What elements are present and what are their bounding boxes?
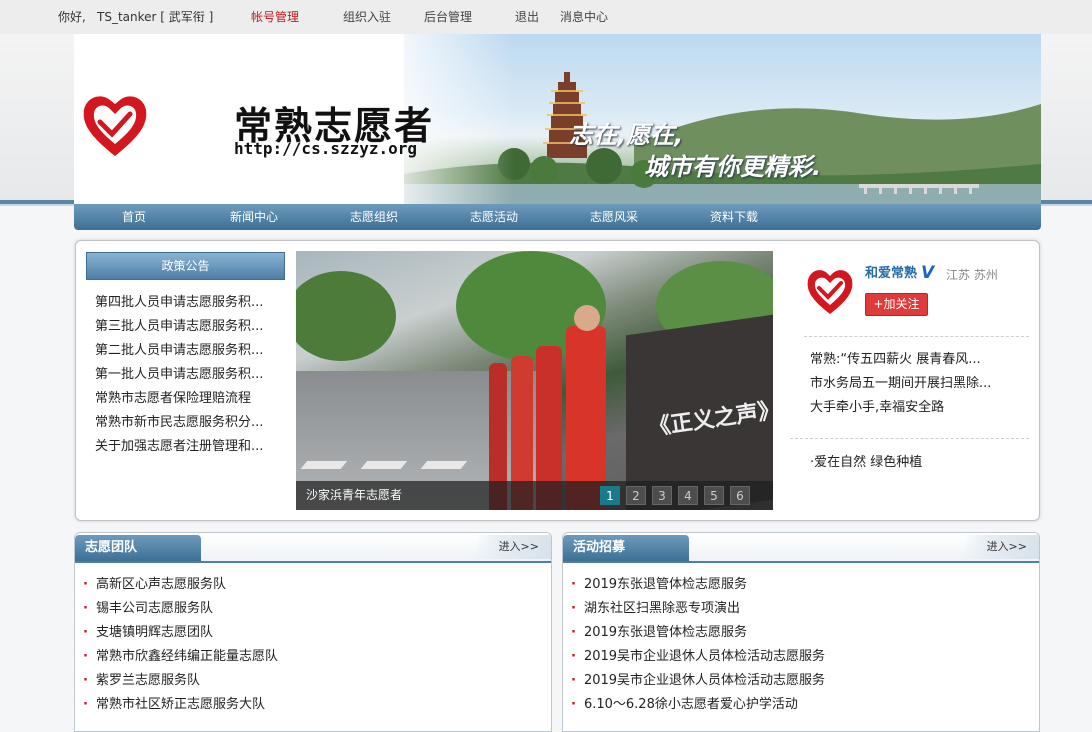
verified-v-icon: V [921, 263, 935, 283]
username-text: TS_tanker [ 武军衔 ] [97, 10, 214, 24]
heart-logo-icon[interactable] [80, 92, 150, 160]
policy-list: 第四批人员申请志愿服务积... 第三批人员申请志愿服务积... 第二批人员申请志… [95, 291, 281, 459]
logout-link[interactable]: 退出 [515, 9, 539, 25]
recruit-box-header: 活动招募 进入>> [563, 533, 1039, 563]
recruit-list: 2019东张退管体检志愿服务 湖东社区扫黑除恶专项演出 2019东张退管体检志愿… [571, 573, 825, 717]
org-join-link[interactable]: 组织入驻 [343, 9, 391, 25]
slide-page-3[interactable]: 3 [652, 486, 672, 505]
weibo-avatar-heart-icon[interactable] [804, 266, 856, 318]
follow-button[interactable]: +加关注 [865, 293, 928, 316]
weibo-divider [790, 438, 1029, 439]
slide-volunteer-face [574, 305, 600, 331]
nav-item-downloads[interactable]: 资料下载 [710, 209, 758, 225]
weibo-post[interactable]: 常熟:“传五四薪火 展青春风... [810, 348, 1015, 372]
news-slideshow-image[interactable]: 《正义之声》 [296, 251, 773, 510]
weibo-account-name[interactable]: 和爱常熟 [865, 266, 917, 282]
recruit-more-link[interactable]: 进入>> [987, 539, 1027, 555]
weibo-divider [804, 336, 1029, 337]
weibo-post-list: 常熟:“传五四薪火 展青春风... 市水务局五一期间开展扫黑除... 大手牵小手… [810, 348, 1015, 420]
teams-more-link[interactable]: 进入>> [499, 539, 539, 555]
recruit-box: 活动招募 进入>> 2019东张退管体检志愿服务 湖东社区扫黑除恶专项演出 20… [562, 532, 1040, 732]
teams-list: 高新区心声志愿服务队 锡丰公司志愿服务队 支塘镇明辉志愿团队 常熟市欣鑫经纬编正… [83, 573, 278, 717]
team-item[interactable]: 锡丰公司志愿服务队 [83, 597, 278, 621]
weibo-post[interactable]: 大手牵小手,幸福安全路 [810, 396, 1015, 420]
header-banner: 常熟志愿者 http://cs.szzyz.org 志在,愿在, 城市有你更精彩… [74, 34, 1041, 204]
policy-item[interactable]: 第四批人员申请志愿服务积... [95, 291, 281, 315]
nav-item-activities[interactable]: 志愿活动 [470, 209, 518, 225]
slide-page-5[interactable]: 5 [704, 486, 724, 505]
slogan-line-2: 城市有你更精彩. [644, 153, 822, 181]
policy-item[interactable]: 常熟市新市民志愿服务积分... [95, 411, 281, 435]
policy-item[interactable]: 第二批人员申请志愿服务积... [95, 339, 281, 363]
admin-link[interactable]: 后台管理 [424, 9, 472, 25]
recruit-title: 活动招募 [573, 540, 626, 555]
greeting-text: 你好, [58, 10, 86, 24]
message-center-link[interactable]: 消息中心 [560, 9, 608, 25]
weibo-location: 江苏 苏州 [946, 268, 998, 282]
policy-header[interactable]: 政策公告 [86, 252, 285, 280]
team-item[interactable]: 常熟市社区矫正志愿服务大队 [83, 693, 278, 717]
policy-item[interactable]: 关于加强志愿者注册管理和... [95, 435, 281, 459]
slide-tree [296, 271, 396, 361]
recruit-item[interactable]: 2019吴市企业退休人员体检活动志愿服务 [571, 645, 825, 669]
nav-item-showcase[interactable]: 志愿风采 [590, 209, 638, 225]
policy-item[interactable]: 第一批人员申请志愿服务积... [95, 363, 281, 387]
teams-tab[interactable]: 志愿团队 [75, 535, 201, 561]
slide-caption[interactable]: 沙家浜青年志愿者 [306, 487, 402, 503]
team-item[interactable]: 常熟市欣鑫经纬编正能量志愿队 [83, 645, 278, 669]
slogan-line-1: 志在,愿在, [569, 121, 684, 149]
recruit-item[interactable]: 2019东张退管体检志愿服务 [571, 621, 825, 645]
recruit-item[interactable]: 湖东社区扫黑除恶专项演出 [571, 597, 825, 621]
recruit-item[interactable]: 6.10～6.28徐小志愿者爱心护学活动 [571, 693, 825, 717]
policy-item[interactable]: 第三批人员申请志愿服务积... [95, 315, 281, 339]
recruit-item[interactable]: 2019东张退管体检志愿服务 [571, 573, 825, 597]
nav-item-news[interactable]: 新闻中心 [230, 209, 278, 225]
main-nav: 首页 新闻中心 志愿组织 志愿活动 志愿风采 资料下载 [74, 204, 1041, 230]
teams-box-header: 志愿团队 进入>> [75, 533, 551, 563]
recruit-tab[interactable]: 活动招募 [563, 535, 689, 561]
team-item[interactable]: 支塘镇明辉志愿团队 [83, 621, 278, 645]
slide-page-6[interactable]: 6 [730, 486, 750, 505]
weibo-post[interactable]: 市水务局五一期间开展扫黑除... [810, 372, 1015, 396]
policy-title: 政策公告 [161, 259, 210, 273]
weibo-topic[interactable]: ·爱在自然 绿色种植 [810, 453, 922, 473]
nav-item-orgs[interactable]: 志愿组织 [350, 209, 398, 225]
recruit-item[interactable]: 2019吴市企业退休人员体检活动志愿服务 [571, 669, 825, 693]
top-bar: 你好, TS_tanker [ 武军衔 ] 帐号管理 组织入驻 后台管理 退出 … [0, 0, 1092, 34]
slide-page-4[interactable]: 4 [678, 486, 698, 505]
policy-item[interactable]: 常熟市志愿者保险理赔流程 [95, 387, 281, 411]
teams-box: 志愿团队 进入>> 高新区心声志愿服务队 锡丰公司志愿服务队 支塘镇明辉志愿团队… [74, 532, 552, 732]
slide-page-2[interactable]: 2 [626, 486, 646, 505]
site-logo-url: http://cs.szzyz.org [234, 139, 418, 158]
account-link[interactable]: 帐号管理 [251, 9, 299, 25]
team-item[interactable]: 紫罗兰志愿服务队 [83, 669, 278, 693]
teams-title: 志愿团队 [85, 540, 138, 555]
slide-page-1[interactable]: 1 [600, 486, 620, 505]
nav-item-home[interactable]: 首页 [122, 209, 146, 225]
team-item[interactable]: 高新区心声志愿服务队 [83, 573, 278, 597]
